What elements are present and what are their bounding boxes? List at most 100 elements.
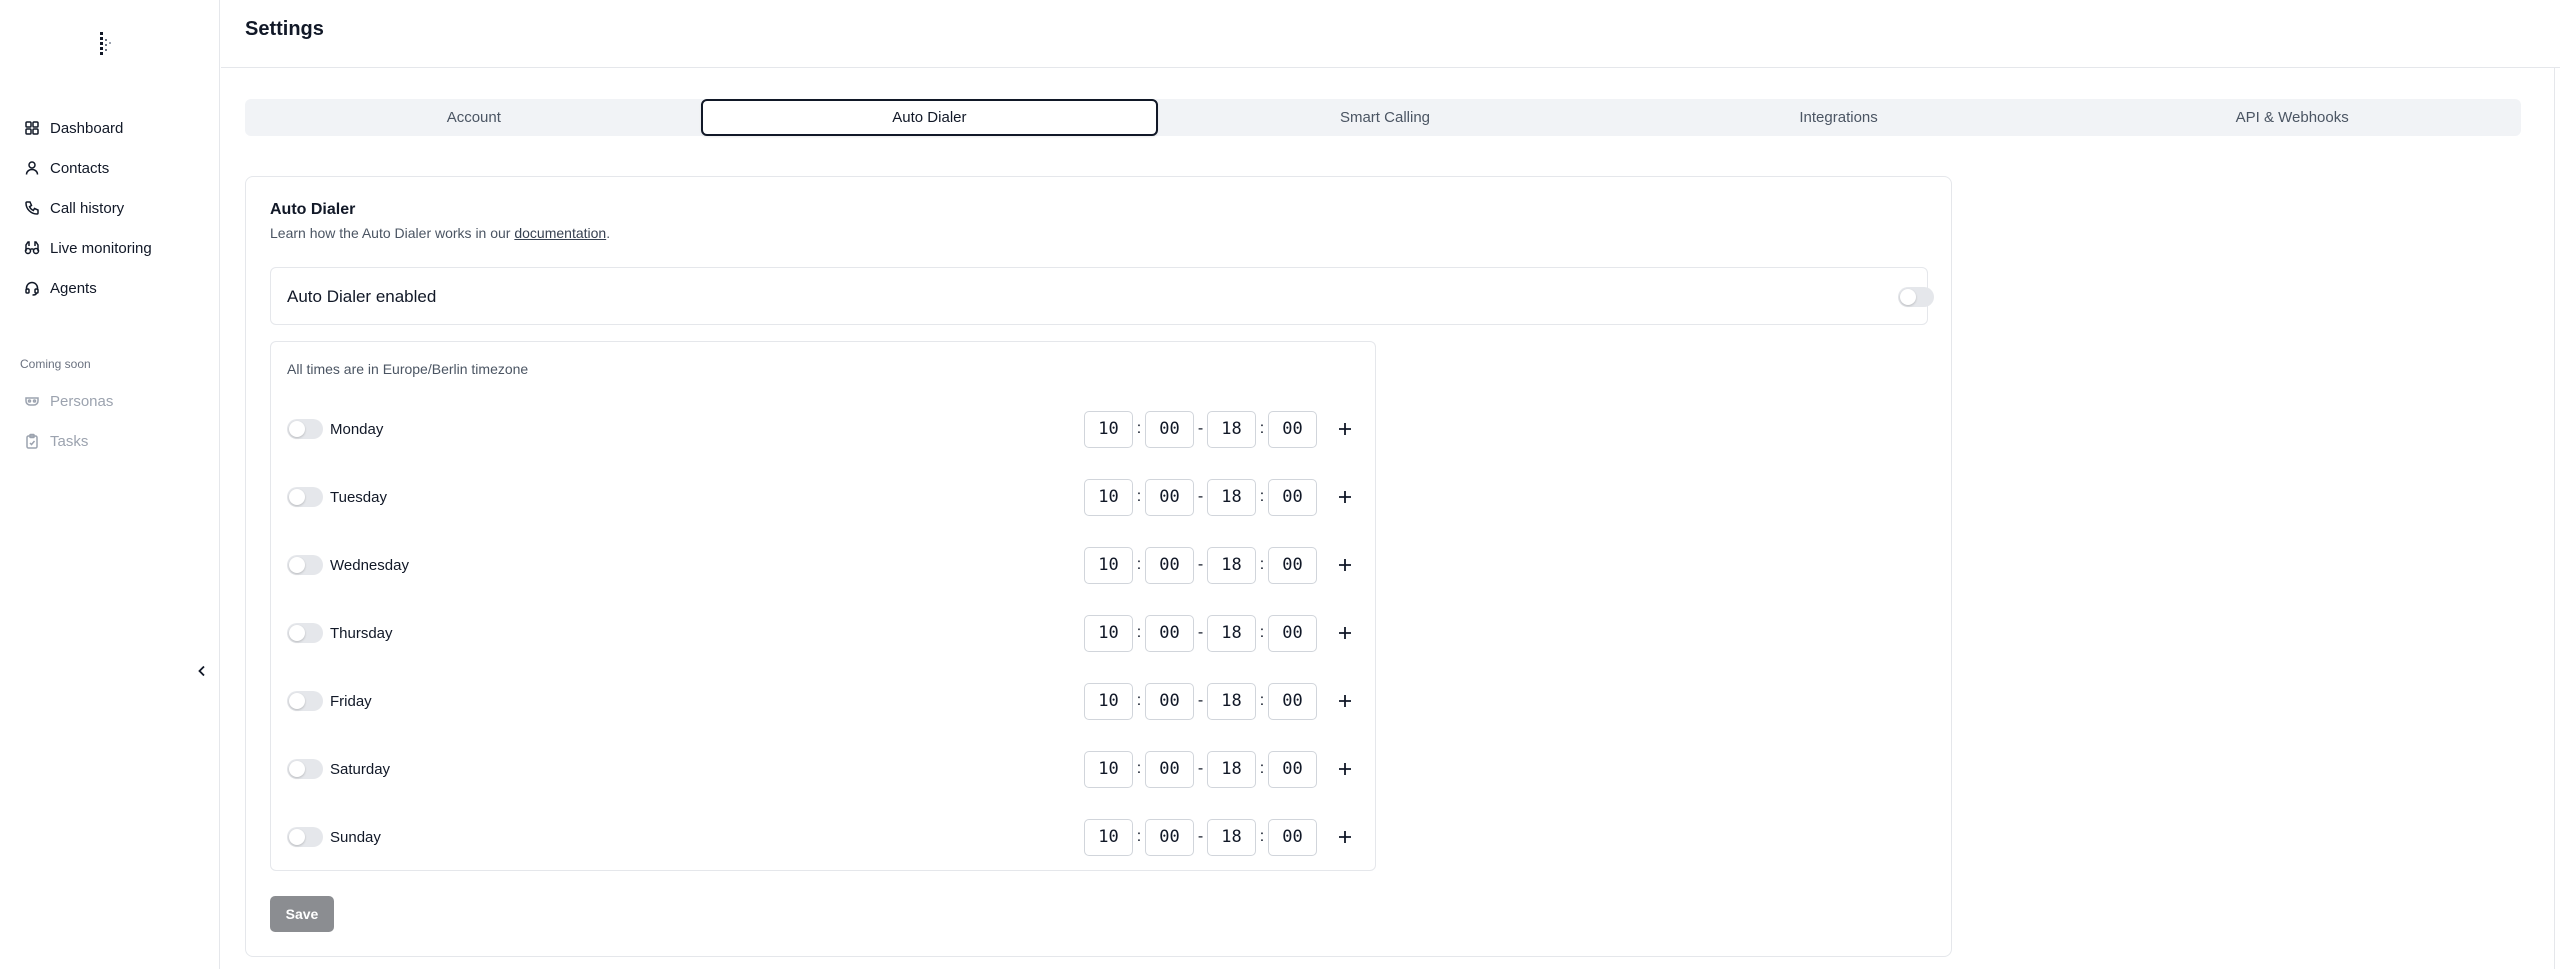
add-time-range-button[interactable] [1335, 759, 1355, 779]
sidebar-item-tasks: Tasks [16, 421, 206, 461]
tab-integrations[interactable]: Integrations [1612, 99, 2066, 136]
add-time-range-button[interactable] [1335, 419, 1355, 439]
day-toggle[interactable] [287, 759, 323, 779]
time-range: 10 : 00 - 18 : 00 [1084, 682, 1355, 720]
start-minute-input[interactable]: 00 [1145, 410, 1194, 448]
description-suffix: . [606, 225, 611, 241]
day-name: Friday [330, 693, 372, 710]
day-toggle[interactable] [287, 623, 323, 643]
end-minute-input[interactable]: 00 [1268, 750, 1317, 788]
phone-icon [25, 201, 39, 215]
day-name: Monday [330, 421, 384, 438]
sidebar-item-contacts[interactable]: Contacts [16, 148, 206, 188]
start-hour-input[interactable]: 10 [1084, 614, 1133, 652]
sidebar-item-label: Dashboard [50, 119, 124, 137]
chevron-left-icon[interactable] [193, 662, 211, 680]
day-row-sunday: Sunday 10 : 00 - 18 : 00 [287, 818, 1367, 856]
sidebar-item-label: Call history [50, 199, 125, 217]
end-minute-input[interactable]: 00 [1268, 682, 1317, 720]
plus-icon [1339, 763, 1351, 775]
add-time-range-button[interactable] [1335, 487, 1355, 507]
time-colon: : [1136, 556, 1142, 573]
start-minute-input[interactable]: 00 [1145, 546, 1194, 584]
time-colon: : [1136, 828, 1142, 845]
plus-icon [1339, 423, 1351, 435]
day-toggle[interactable] [287, 555, 323, 575]
start-hour-input[interactable]: 10 [1084, 818, 1133, 856]
sidebar-item-live-monitoring[interactable]: Live monitoring [16, 228, 206, 268]
start-hour-input[interactable]: 10 [1084, 750, 1133, 788]
user-icon [25, 161, 39, 175]
sidebar-item-label: Personas [50, 392, 114, 410]
end-hour-input[interactable]: 18 [1207, 750, 1256, 788]
sidebar-item-label: Tasks [50, 432, 89, 450]
card-description: Learn how the Auto Dialer works in our d… [270, 225, 610, 241]
save-button[interactable]: Save [270, 896, 334, 932]
card-title: Auto Dialer [270, 201, 356, 218]
day-toggle[interactable] [287, 827, 323, 847]
day-name: Sunday [330, 829, 381, 846]
auto-dialer-enabled-toggle[interactable] [1898, 287, 1934, 307]
day-toggle[interactable] [287, 487, 323, 507]
start-minute-input[interactable]: 00 [1145, 818, 1194, 856]
end-minute-input[interactable]: 00 [1268, 818, 1317, 856]
sidebar-nav: Dashboard Contacts Call history Live mon… [16, 108, 206, 308]
add-time-range-button[interactable] [1335, 827, 1355, 847]
day-row-saturday: Saturday 10 : 00 - 18 : 00 [287, 750, 1367, 788]
end-hour-input[interactable]: 18 [1207, 478, 1256, 516]
start-minute-input[interactable]: 00 [1145, 682, 1194, 720]
time-range: 10 : 00 - 18 : 00 [1084, 818, 1355, 856]
sidebar-item-dashboard[interactable]: Dashboard [16, 108, 206, 148]
description-text: Learn how the Auto Dialer works in our [270, 225, 515, 241]
end-hour-input[interactable]: 18 [1207, 410, 1256, 448]
start-hour-input[interactable]: 10 [1084, 410, 1133, 448]
binoculars-icon [24, 241, 40, 255]
end-hour-input[interactable]: 18 [1207, 614, 1256, 652]
sidebar-item-agents[interactable]: Agents [16, 268, 206, 308]
auto-dialer-enabled-row: Auto Dialer enabled [270, 267, 1934, 325]
end-hour-input[interactable]: 18 [1207, 546, 1256, 584]
tab-smart-calling[interactable]: Smart Calling [1158, 99, 1612, 136]
end-minute-input[interactable]: 00 [1268, 614, 1317, 652]
add-time-range-button[interactable] [1335, 691, 1355, 711]
sidebar-item-call-history[interactable]: Call history [16, 188, 206, 228]
range-dash: - [1197, 760, 1204, 777]
plus-icon [1339, 491, 1351, 503]
logo-icon[interactable] [98, 30, 118, 58]
day-toggle[interactable] [287, 691, 323, 711]
end-minute-input[interactable]: 00 [1268, 546, 1317, 584]
end-hour-input[interactable]: 18 [1207, 818, 1256, 856]
end-minute-input[interactable]: 00 [1268, 410, 1317, 448]
start-hour-input[interactable]: 10 [1084, 546, 1133, 584]
settings-tabs: Account Auto Dialer Smart Calling Integr… [245, 99, 2521, 136]
time-range: 10 : 00 - 18 : 00 [1084, 410, 1355, 448]
plus-icon [1339, 559, 1351, 571]
tab-account[interactable]: Account [247, 99, 701, 136]
day-toggle[interactable] [287, 419, 323, 439]
tab-auto-dialer[interactable]: Auto Dialer [700, 99, 1159, 136]
end-minute-input[interactable]: 00 [1268, 478, 1317, 516]
tab-api-webhooks[interactable]: API & Webhooks [2065, 99, 2519, 136]
add-time-range-button[interactable] [1335, 555, 1355, 575]
time-colon: : [1259, 556, 1265, 573]
day-row-wednesday: Wednesday 10 : 00 - 18 : 00 [287, 546, 1367, 584]
page-title: Settings [245, 18, 324, 40]
start-minute-input[interactable]: 00 [1145, 614, 1194, 652]
range-dash: - [1197, 692, 1204, 709]
time-range: 10 : 00 - 18 : 00 [1084, 478, 1355, 516]
day-name: Thursday [330, 625, 393, 642]
headset-icon [25, 281, 39, 296]
time-range: 10 : 00 - 18 : 00 [1084, 750, 1355, 788]
add-time-range-button[interactable] [1335, 623, 1355, 643]
start-hour-input[interactable]: 10 [1084, 478, 1133, 516]
clipboard-icon [26, 433, 38, 449]
documentation-link[interactable]: documentation [514, 225, 606, 241]
start-minute-input[interactable]: 00 [1145, 478, 1194, 516]
end-hour-input[interactable]: 18 [1207, 682, 1256, 720]
start-minute-input[interactable]: 00 [1145, 750, 1194, 788]
sidebar-item-label: Agents [50, 279, 97, 297]
time-range: 10 : 00 - 18 : 00 [1084, 546, 1355, 584]
start-hour-input[interactable]: 10 [1084, 682, 1133, 720]
range-dash: - [1197, 556, 1204, 573]
day-row-tuesday: Tuesday 10 : 00 - 18 : 00 [287, 478, 1367, 516]
